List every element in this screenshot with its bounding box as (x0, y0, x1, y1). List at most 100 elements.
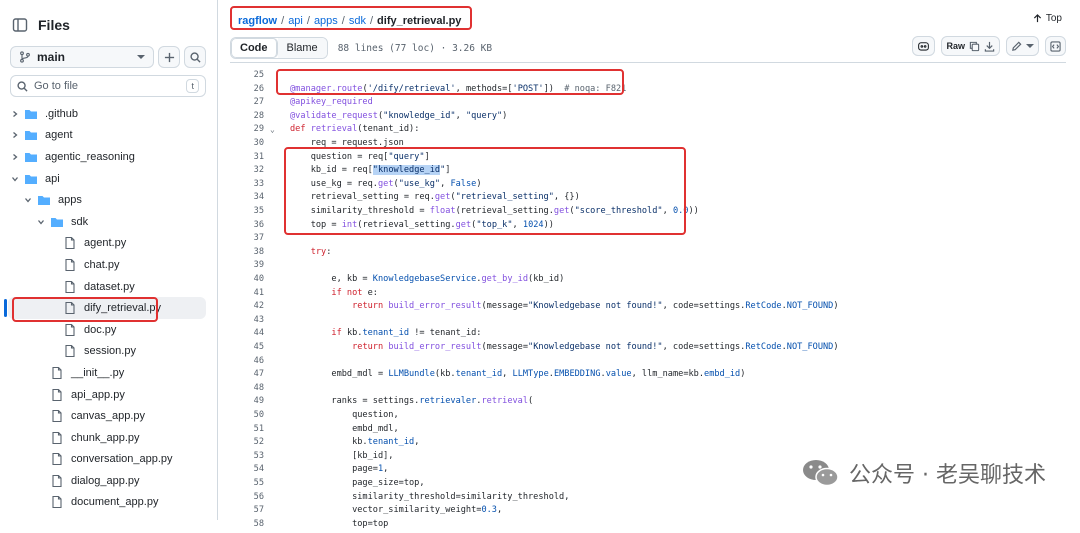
chevron-down-icon[interactable] (1026, 44, 1034, 48)
tree-folder[interactable]: apps (0, 189, 218, 211)
tree-item-label: api_app.py (71, 388, 125, 401)
tree-item-label: chunk_app.py (71, 431, 140, 444)
line-number[interactable]: 43 (230, 314, 264, 327)
top-link[interactable]: Top (1033, 13, 1062, 24)
chevron-down-icon[interactable] (10, 174, 20, 184)
tree-folder[interactable]: agent (0, 125, 218, 147)
tree-file[interactable]: session.py (0, 341, 218, 363)
line-number[interactable]: 36 (230, 219, 264, 232)
pencil-icon[interactable] (1011, 41, 1022, 52)
line-number[interactable]: 25 (230, 69, 264, 82)
line-number[interactable]: 44 (230, 327, 264, 340)
symbols-panel-button[interactable] (1045, 36, 1066, 56)
line-number[interactable]: 34 (230, 191, 264, 204)
line-number[interactable]: 51 (230, 423, 264, 436)
tab-blame[interactable]: Blame (277, 38, 327, 58)
line-number[interactable]: 53 (230, 450, 264, 463)
line-number[interactable]: 40 (230, 273, 264, 286)
line-number[interactable]: 38 (230, 246, 264, 259)
breadcrumb-separator: / (281, 15, 285, 27)
breadcrumb-api[interactable]: api (288, 15, 303, 27)
tree-item-label: agent (45, 129, 73, 142)
breadcrumb-separator: / (369, 15, 374, 27)
tree-file[interactable]: canvas_app.py (0, 405, 218, 427)
copilot-button[interactable] (912, 36, 936, 56)
sidebar-collapse-icon[interactable] (12, 17, 28, 33)
code-line: 46 (230, 355, 1066, 368)
line-number[interactable]: 48 (230, 382, 264, 395)
line-number[interactable]: 55 (230, 477, 264, 490)
line-number[interactable]: 33 (230, 178, 264, 191)
breadcrumb-sdk[interactable]: sdk (349, 15, 366, 27)
line-number[interactable]: 57 (230, 504, 264, 517)
tree-file[interactable]: dify_retrieval.py (4, 297, 206, 319)
code-text: question, (290, 410, 399, 420)
line-number[interactable]: 49 (230, 395, 264, 408)
line-number[interactable]: 50 (230, 409, 264, 422)
line-number[interactable]: 35 (230, 205, 264, 218)
tree-file[interactable]: doc.py (0, 319, 218, 341)
go-to-file-input[interactable]: Go to file t (10, 75, 206, 97)
branch-selector[interactable]: main (10, 46, 155, 68)
line-number[interactable]: 46 (230, 355, 264, 368)
tree-folder[interactable]: sdk (0, 211, 218, 233)
line-number[interactable]: 32 (230, 164, 264, 177)
tree-file[interactable]: chunk_app.py (0, 427, 218, 449)
raw-button[interactable]: Raw (946, 41, 965, 51)
copy-icon[interactable] (969, 41, 980, 52)
line-number[interactable]: 47 (230, 368, 264, 381)
tree-file[interactable]: conversation_app.py (0, 449, 218, 471)
download-icon[interactable] (984, 41, 995, 52)
line-number[interactable]: 41 (230, 287, 264, 300)
search-button[interactable] (184, 46, 206, 68)
chevron-right-icon[interactable] (10, 152, 20, 162)
line-number[interactable]: 30 (230, 137, 264, 150)
tree-file[interactable]: dialog_app.py (0, 470, 218, 492)
sidebar-title: Files (38, 17, 70, 33)
line-number[interactable]: 29 (230, 123, 264, 136)
add-file-button[interactable] (158, 46, 181, 68)
file-icon (65, 345, 75, 358)
tree-file[interactable]: dataset.py (0, 276, 218, 298)
line-number[interactable]: 45 (230, 341, 264, 354)
code-line: 49 ranks = settings.retrievaler.retrieva… (230, 395, 1066, 408)
chevron-right-icon[interactable] (10, 109, 20, 119)
copilot-icon (918, 42, 930, 51)
tree-folder[interactable]: agentic_reasoning (0, 146, 218, 168)
tree-item-label: canvas_app.py (71, 410, 145, 423)
file-icon (65, 280, 75, 293)
line-number[interactable]: 27 (230, 96, 264, 109)
line-number[interactable]: 42 (230, 300, 264, 313)
tree-file[interactable]: chat.py (0, 254, 218, 276)
code-line: 40 e, kb = KnowledgebaseService.get_by_i… (230, 273, 1066, 286)
code-line: 47 embd_mdl = LLMBundle(kb.tenant_id, LL… (230, 368, 1066, 381)
line-number[interactable]: 37 (230, 232, 264, 245)
line-number[interactable]: 28 (230, 110, 264, 123)
breadcrumb-repo[interactable]: ragflow (238, 15, 277, 27)
chevron-down-icon[interactable] (23, 195, 33, 205)
code-line: 27 @apikey_required (230, 96, 1066, 109)
breadcrumb-apps[interactable]: apps (314, 15, 338, 27)
line-number[interactable]: 56 (230, 491, 264, 504)
line-number[interactable]: 31 (230, 151, 264, 164)
chevron-right-icon[interactable] (10, 130, 20, 140)
folder-icon (51, 217, 63, 227)
branch-name: main (37, 50, 66, 64)
tree-file[interactable]: __init__.py (0, 362, 218, 384)
tab-code[interactable]: Code (231, 38, 278, 58)
line-number[interactable]: 54 (230, 463, 264, 476)
tree-folder[interactable]: api (0, 168, 218, 190)
toolbar-actions: Raw (912, 36, 1066, 56)
fold-chevron-icon[interactable]: ⌄ (270, 123, 275, 136)
tree-file[interactable]: document_app.py (0, 492, 218, 514)
chevron-down-icon[interactable] (36, 217, 46, 227)
tree-file[interactable]: api_app.py (0, 384, 218, 406)
line-number[interactable]: 52 (230, 436, 264, 449)
line-number[interactable]: 39 (230, 259, 264, 272)
line-number[interactable]: 26 (230, 83, 264, 96)
tree-file[interactable]: agent.py (0, 233, 218, 255)
code-line: 41 if not e: (230, 287, 1066, 300)
tree-folder[interactable]: .github (0, 103, 218, 125)
